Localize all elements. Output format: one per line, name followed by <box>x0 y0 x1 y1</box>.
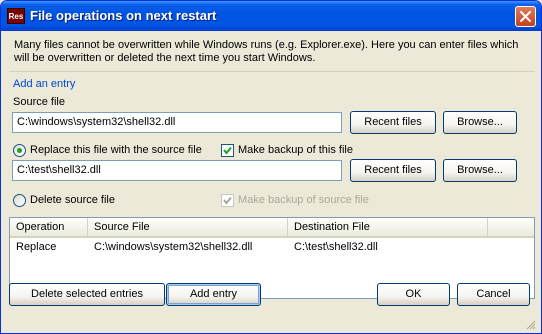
list-row[interactable]: Replace C:\windows\system32\shell32.dll … <box>10 239 534 255</box>
resize-grip-icon[interactable] <box>525 319 536 330</box>
app-icon: Res <box>7 8 25 24</box>
dest-recent-files-button[interactable]: Recent files <box>350 159 436 182</box>
column-header-operation[interactable]: Operation <box>10 218 88 236</box>
dest-browse-button[interactable]: Browse... <box>443 159 517 182</box>
source-file-input[interactable]: C:\windows\system32\shell32.dll <box>12 112 342 133</box>
window-title: File operations on next restart <box>30 8 217 23</box>
make-backup-label[interactable]: Make backup of this file <box>238 144 353 156</box>
group-divider <box>9 71 535 72</box>
intro-text: Many files cannot be overwritten while W… <box>14 39 519 64</box>
make-backup-checkbox[interactable] <box>221 144 234 157</box>
checkmark-icon <box>223 196 232 205</box>
make-backup-source-checkbox[interactable] <box>221 194 234 207</box>
list-header: Operation Source File Destination File <box>10 218 534 238</box>
checkmark-icon <box>223 146 232 155</box>
destination-file-input[interactable]: C:\test\shell32.dll <box>12 160 342 181</box>
list-cell-operation: Replace <box>16 241 57 253</box>
title-bar[interactable]: Res File operations on next restart <box>1 1 541 31</box>
source-recent-files-button[interactable]: Recent files <box>350 111 436 134</box>
list-cell-source: C:\windows\system32\shell32.dll <box>94 241 253 253</box>
source-browse-button[interactable]: Browse... <box>443 111 517 134</box>
source-file-label: Source file <box>13 96 65 108</box>
radio-selected-dot <box>17 148 22 153</box>
list-cell-destination: C:\test\shell32.dll <box>294 241 378 253</box>
delete-selected-entries-button[interactable]: Delete selected entries <box>9 283 165 306</box>
close-icon <box>520 11 531 22</box>
add-entry-button[interactable]: Add entry <box>166 283 261 306</box>
column-header-destination-file[interactable]: Destination File <box>288 218 488 236</box>
dialog-body: Many files cannot be overwritten while W… <box>5 31 537 331</box>
delete-radio-label[interactable]: Delete source file <box>30 194 115 206</box>
add-entry-group-label: Add an entry <box>13 78 76 90</box>
cancel-button[interactable]: Cancel <box>457 283 530 306</box>
replace-radio[interactable] <box>13 144 26 157</box>
ok-button[interactable]: OK <box>377 283 450 306</box>
replace-radio-label[interactable]: Replace this file with the source file <box>30 144 202 156</box>
close-button[interactable] <box>515 6 536 27</box>
delete-radio[interactable] <box>13 194 26 207</box>
make-backup-source-label[interactable]: Make backup of source file <box>238 194 369 206</box>
dialog-window: Res File operations on next restart Many… <box>0 0 542 334</box>
column-header-source-file[interactable]: Source File <box>88 218 288 236</box>
